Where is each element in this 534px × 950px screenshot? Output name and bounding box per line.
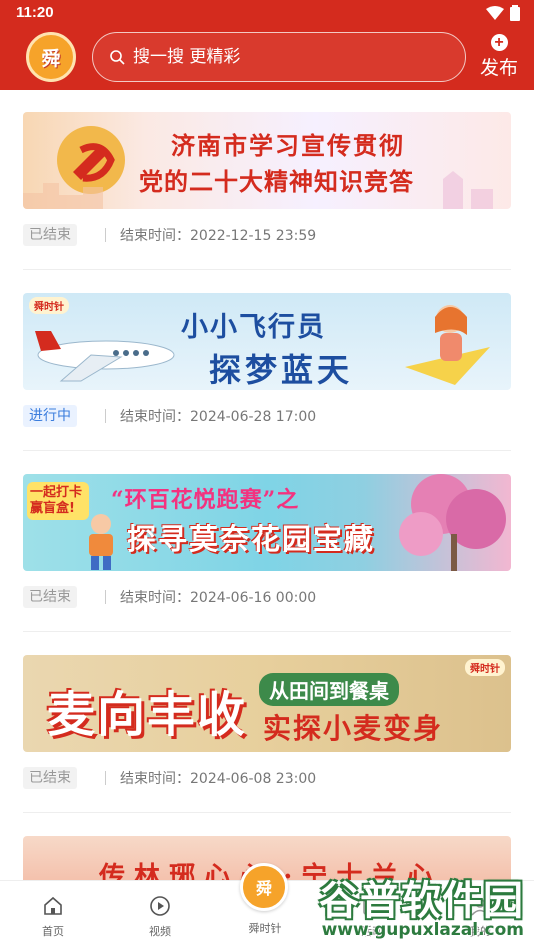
meta-separator [105,771,106,785]
end-time: 结束时间：2024-06-16 00:00 [120,590,317,606]
activity-banner[interactable]: 舜时针 小小飞行员 探梦蓝天 [23,293,511,390]
banner-title-line1: 麦向丰收 [47,687,248,743]
activity-banner[interactable]: 济南市学习宣传贯彻 党的二十大精神知识竞答 [23,112,511,209]
divider [23,631,511,632]
meta-separator [105,228,106,242]
wifi-icon [486,6,504,20]
activity-meta: 进行中 结束时间：2024-06-28 17:00 [23,405,316,427]
nav-label: 舜时针 [248,922,282,935]
plus-circle-icon: + [490,34,508,51]
end-time: 结束时间：2024-06-08 23:00 [120,771,317,787]
app-logo-text: 舜 [41,47,61,70]
watermark: 谷普软件园 www.gupuxlazal.com [292,866,530,944]
airplane-icon [35,331,175,382]
activity-card[interactable]: 麦向丰收 从田间到餐桌 实探小麦变身 舜时针 已结束 结束时间：2024-06-… [23,655,511,813]
activity-meta: 已结束 结束时间：2022-12-15 23:59 [23,224,316,246]
status-badge: 进行中 [23,405,77,427]
publish-label: 发布 [479,57,518,79]
banner-title-line1: 小小飞行员 [181,312,326,343]
activity-meta: 已结束 结束时间：2024-06-08 23:00 [23,767,316,789]
banner-title-line3: 实探小麦变身 [263,712,444,745]
banner-title-line2: 党的二十大精神知识竞答 [139,167,414,196]
center-logo-text: 舜 [255,879,272,898]
banner-title-line2: 探寻莫奈花园宝藏 [127,522,376,556]
activity-card[interactable]: 济南市学习宣传贯彻 党的二十大精神知识竞答 已结束 结束时间：2022-12-1… [23,112,511,270]
nav-label: 首页 [42,925,64,938]
banner-title-line1: “环百花悦跑赛”之 [111,487,300,513]
activity-banner[interactable]: 麦向丰收 从田间到餐桌 实探小麦变身 舜时针 [23,655,511,752]
end-time: 结束时间：2022-12-15 23:59 [120,228,317,244]
banner-title-line1: 济南市学习宣传贯彻 [171,131,405,160]
home-icon [44,896,62,915]
meta-separator [105,590,106,604]
search-input[interactable] [133,47,433,67]
video-icon [150,896,170,916]
status-bar: 11:20 [0,0,534,26]
app-header: 舜 + 发布 [0,26,534,90]
app-logo[interactable]: 舜 [26,32,76,82]
activity-card[interactable]: 舜时针 小小飞行员 探梦蓝天 进行中 结束时间：2024-06-28 17:00 [23,293,511,451]
center-logo-button[interactable]: 舜 [240,863,288,911]
divider [23,269,511,270]
banner-brand-logo: 舜时针 [465,659,505,676]
watermark-title: 谷普软件园 [319,878,524,924]
nav-item-home[interactable]: 首页 [23,895,83,939]
banner-brand-logo: 舜时针 [29,297,69,314]
meta-separator [105,409,106,423]
divider [23,812,511,813]
banner-title-line2: 从田间到餐桌 [259,673,399,706]
activity-meta: 已结束 结束时间：2024-06-16 00:00 [23,586,316,608]
status-badge: 已结束 [23,224,77,246]
status-icons [486,5,520,21]
girl-runner-icon [89,514,113,570]
banner-title-line2: 探梦蓝天 [209,351,354,389]
status-badge: 已结束 [23,767,77,789]
flower-tree-icon [399,474,506,571]
nav-label: 视频 [149,925,171,938]
status-badge: 已结束 [23,586,77,608]
search-bar[interactable] [92,32,466,82]
search-icon [110,50,125,65]
end-time: 结束时间：2024-06-28 17:00 [120,409,317,425]
activity-banner[interactable]: 一起打卡 赢盲盒! “环百花悦跑赛”之 探寻莫奈花园宝藏 [23,474,511,571]
nav-item-video[interactable]: 视频 [130,895,190,939]
girl-paper-plane-icon [405,305,490,385]
publish-button[interactable]: + 发布 [478,34,520,80]
watermark-url: www.gupuxlazal.com [321,920,524,940]
battery-icon [510,5,520,21]
divider [23,450,511,451]
status-time: 11:20 [16,4,54,21]
activity-card[interactable]: 一起打卡 赢盲盒! “环百花悦跑赛”之 探寻莫奈花园宝藏 已结束 结束时间：20… [23,474,511,632]
